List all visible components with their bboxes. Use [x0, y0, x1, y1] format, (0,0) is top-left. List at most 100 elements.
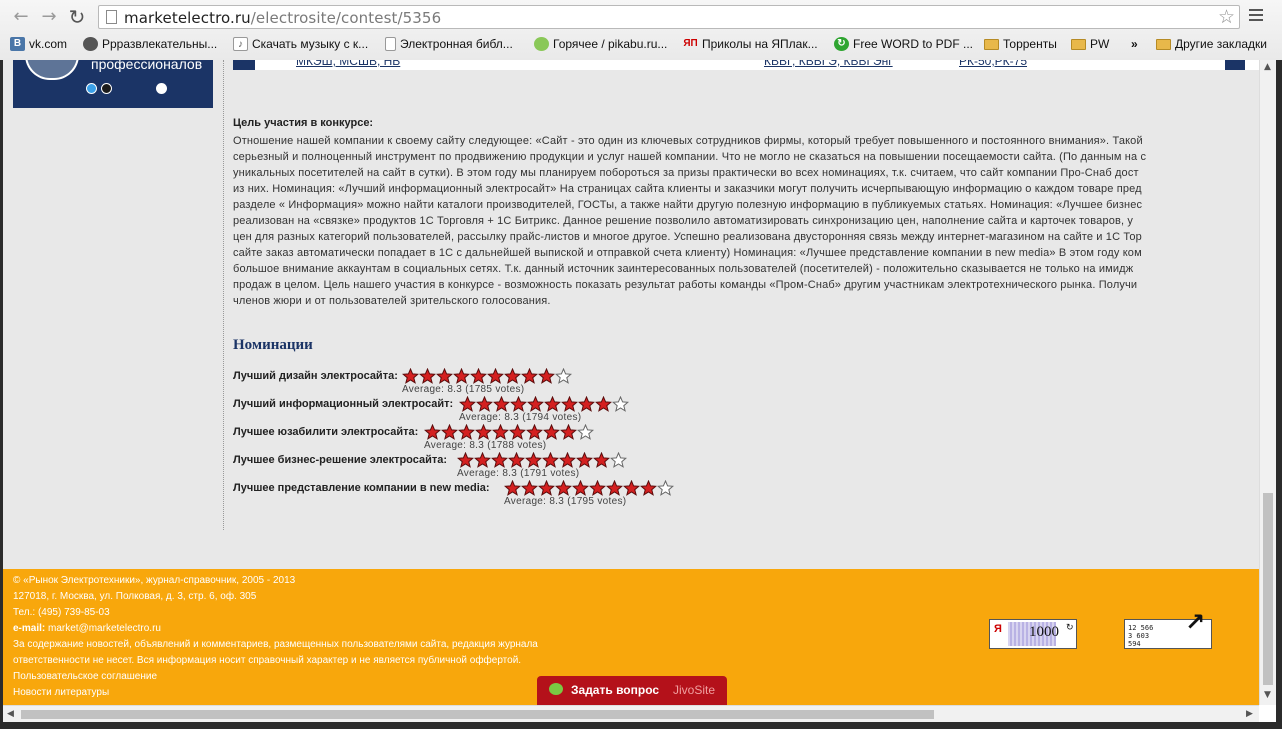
star-filled-icon[interactable] — [476, 396, 493, 412]
product-link[interactable]: РК-50,РК-75 — [959, 60, 1027, 68]
vertical-scroll-thumb[interactable] — [1263, 493, 1273, 685]
star-filled-icon[interactable] — [419, 368, 436, 384]
star-filled-icon[interactable] — [509, 424, 526, 440]
star-rating[interactable] — [457, 452, 627, 468]
bookmark-entertainment[interactable]: Ррразвлекательны... — [83, 37, 217, 51]
sidebar-banner[interactable]: профессионалов — [13, 60, 213, 108]
chrome-menu-icon[interactable] — [1249, 9, 1263, 24]
star-filled-icon[interactable] — [525, 452, 542, 468]
star-filled-icon[interactable] — [640, 480, 657, 496]
star-filled-icon[interactable] — [526, 424, 543, 440]
bookmark-folder-torrents[interactable]: Торренты — [984, 37, 1057, 51]
bookmark-yaplakal[interactable]: ЯП Приколы на ЯПлак... — [683, 37, 817, 51]
star-empty-icon[interactable] — [577, 424, 594, 440]
star-filled-icon[interactable] — [508, 452, 525, 468]
star-filled-icon[interactable] — [542, 452, 559, 468]
forward-button[interactable]: → — [38, 6, 60, 28]
goal-line: сайте заказ автоматически попадает в 1С … — [233, 247, 1142, 259]
browser-toolbar: ← → ↻ marketelectro.ru/electrosite/conte… — [0, 0, 1282, 61]
star-filled-icon[interactable] — [436, 368, 453, 384]
star-filled-icon[interactable] — [538, 368, 555, 384]
star-filled-icon[interactable] — [424, 424, 441, 440]
star-filled-icon[interactable] — [555, 480, 572, 496]
liveinternet-counter[interactable]: 12 566 3 603 594 ↗ — [1124, 608, 1212, 649]
star-filled-icon[interactable] — [572, 480, 589, 496]
star-filled-icon[interactable] — [475, 424, 492, 440]
star-filled-icon[interactable] — [457, 452, 474, 468]
star-filled-icon[interactable] — [589, 480, 606, 496]
arrow-up-right-icon: ↗ — [1185, 608, 1206, 636]
star-filled-icon[interactable] — [561, 396, 578, 412]
star-empty-icon[interactable] — [612, 396, 629, 412]
goal-line: серьезный и полноценный инструмент по пр… — [233, 151, 1147, 163]
bookmark-library[interactable]: Электронная библ... — [385, 37, 513, 51]
bookmark-label: Скачать музыку с к... — [252, 37, 369, 51]
scroll-left-arrow-icon[interactable]: ◀ — [7, 709, 14, 719]
star-filled-icon[interactable] — [510, 396, 527, 412]
bookmark-word-to-pdf[interactable]: ↻ Free WORD to PDF ... — [834, 37, 973, 51]
star-filled-icon[interactable] — [593, 452, 610, 468]
star-filled-icon[interactable] — [493, 396, 510, 412]
star-filled-icon[interactable] — [470, 368, 487, 384]
star-filled-icon[interactable] — [458, 424, 475, 440]
star-filled-icon[interactable] — [521, 368, 538, 384]
star-filled-icon[interactable] — [576, 452, 593, 468]
slider-dot-active[interactable] — [86, 83, 97, 94]
star-filled-icon[interactable] — [459, 396, 476, 412]
star-filled-icon[interactable] — [441, 424, 458, 440]
bookmark-folder-pw[interactable]: PW — [1071, 37, 1109, 51]
star-filled-icon[interactable] — [543, 424, 560, 440]
address-bar[interactable]: marketelectro.ru/electrosite/contest/535… — [98, 5, 1240, 29]
slider-dot[interactable] — [101, 83, 112, 94]
vertical-scrollbar[interactable]: ▲ ▼ — [1259, 60, 1277, 705]
star-empty-icon[interactable] — [610, 452, 627, 468]
star-filled-icon[interactable] — [578, 396, 595, 412]
reload-button[interactable]: ↻ — [66, 6, 88, 28]
bookmarks-overflow-button[interactable]: » — [1131, 37, 1138, 51]
back-button[interactable]: ← — [10, 6, 32, 28]
product-link[interactable]: КВВГ, КВВГЭ, КВВГЭнг — [764, 60, 893, 68]
star-filled-icon[interactable] — [623, 480, 640, 496]
bookmark-music[interactable]: ♪ Скачать музыку с к... — [233, 37, 368, 51]
horizontal-scrollbar[interactable]: ◀ ▶ — [3, 705, 1259, 723]
star-filled-icon[interactable] — [491, 452, 508, 468]
star-rating[interactable] — [424, 424, 594, 440]
star-filled-icon[interactable] — [538, 480, 555, 496]
star-filled-icon[interactable] — [544, 396, 561, 412]
star-filled-icon[interactable] — [606, 480, 623, 496]
scroll-up-arrow-icon[interactable]: ▲ — [1264, 62, 1271, 72]
bookmark-pikabu[interactable]: Горячее / pikabu.ru... — [534, 37, 667, 51]
star-empty-icon[interactable] — [657, 480, 674, 496]
star-filled-icon[interactable] — [492, 424, 509, 440]
yandex-counter[interactable]: Я 1000 ↻ — [989, 619, 1077, 649]
star-filled-icon[interactable] — [453, 368, 470, 384]
star-filled-icon[interactable] — [595, 396, 612, 412]
scroll-right-arrow-icon[interactable]: ▶ — [1246, 709, 1253, 719]
star-filled-icon[interactable] — [521, 480, 538, 496]
star-filled-icon[interactable] — [527, 396, 544, 412]
star-filled-icon[interactable] — [474, 452, 491, 468]
jivosite-chat-button[interactable]: Задать вопрос JivoSite — [537, 676, 727, 705]
pikabu-icon — [534, 37, 549, 51]
star-empty-icon[interactable] — [555, 368, 572, 384]
product-link[interactable]: МКЭШ, МСШВ, НВ — [296, 60, 400, 68]
email-link[interactable]: market@marketelectro.ru — [48, 623, 161, 634]
scroll-down-arrow-icon[interactable]: ▼ — [1264, 690, 1271, 700]
star-rating[interactable] — [402, 368, 572, 384]
bookmark-star-icon[interactable]: ☆ — [1218, 6, 1235, 28]
star-filled-icon[interactable] — [504, 480, 521, 496]
star-filled-icon[interactable] — [487, 368, 504, 384]
literature-news-link[interactable]: Новости литературы — [13, 687, 109, 698]
star-filled-icon[interactable] — [402, 368, 419, 384]
slider-dot[interactable] — [156, 83, 167, 94]
star-filled-icon[interactable] — [559, 452, 576, 468]
bookmark-vk[interactable]: Вvk.com — [10, 37, 67, 51]
horizontal-scroll-thumb[interactable] — [21, 710, 934, 719]
bookmark-label: Ррразвлекательны... — [102, 37, 218, 51]
user-agreement-link[interactable]: Пользовательское соглашение — [13, 671, 157, 682]
star-rating[interactable] — [459, 396, 629, 412]
star-filled-icon[interactable] — [560, 424, 577, 440]
star-filled-icon[interactable] — [504, 368, 521, 384]
star-rating[interactable] — [504, 480, 674, 496]
other-bookmarks-folder[interactable]: Другие закладки — [1156, 37, 1267, 51]
